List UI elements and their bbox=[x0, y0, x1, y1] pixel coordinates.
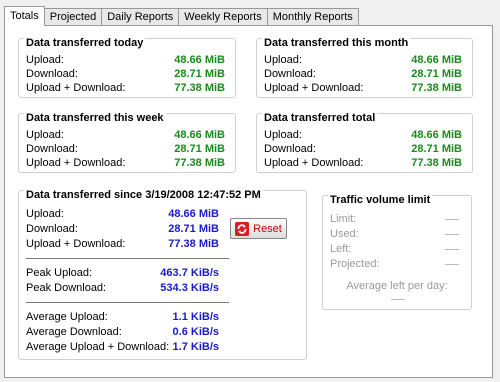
total-total-value: 77.38 MiB bbox=[411, 157, 462, 169]
average-upload-label: Average Upload: bbox=[26, 311, 108, 323]
week-total-label: Upload + Download: bbox=[26, 157, 126, 169]
week-total-value: 77.38 MiB bbox=[174, 157, 225, 169]
today-group: Data transferred today Upload: 48.66 MiB… bbox=[18, 37, 236, 98]
total-group: Data transferred total Upload: 48.66 MiB… bbox=[256, 112, 473, 173]
today-upload-value: 48.66 MiB bbox=[174, 54, 225, 66]
tab-projected[interactable]: Projected bbox=[43, 8, 103, 26]
month-group: Data transferred this month Upload: 48.6… bbox=[256, 37, 473, 98]
tab-monthly-reports[interactable]: Monthly Reports bbox=[266, 8, 359, 26]
total-title: Data transferred total bbox=[262, 112, 378, 124]
average-upload-value: 1.1 KiB/s bbox=[172, 311, 219, 323]
since-upload-label: Upload: bbox=[26, 208, 64, 220]
average-total-label: Average Upload + Download: bbox=[26, 341, 170, 353]
average-left-per-day-label: Average left per day: bbox=[346, 280, 448, 292]
average-download-value: 0.6 KiB/s bbox=[172, 326, 219, 338]
month-title: Data transferred this month bbox=[262, 37, 411, 49]
reset-label: Reset bbox=[253, 222, 282, 235]
month-download-value: 28.71 MiB bbox=[411, 68, 462, 80]
week-upload-value: 48.66 MiB bbox=[174, 129, 225, 141]
month-total-value: 77.38 MiB bbox=[411, 82, 462, 94]
since-group: Data transferred since 3/19/2008 12:47:5… bbox=[18, 189, 307, 360]
today-upload-label: Upload: bbox=[26, 54, 64, 66]
total-download-label: Download: bbox=[264, 143, 316, 155]
limit-projected-value bbox=[445, 264, 459, 265]
week-download-label: Download: bbox=[26, 143, 78, 155]
separator bbox=[26, 302, 229, 303]
tab-weekly-reports[interactable]: Weekly Reports bbox=[178, 8, 268, 26]
since-download-label: Download: bbox=[26, 223, 78, 235]
limit-title: Traffic volume limit bbox=[328, 194, 433, 206]
peak-upload-value: 463.7 KiB/s bbox=[160, 267, 219, 279]
average-total-value: 1.7 KiB/s bbox=[172, 341, 219, 353]
today-download-label: Download: bbox=[26, 68, 78, 80]
week-upload-label: Upload: bbox=[26, 129, 64, 141]
totals-panel: Data transferred today Upload: 48.66 MiB… bbox=[4, 25, 493, 378]
tab-strip: Totals Projected Daily Reports Weekly Re… bbox=[4, 6, 359, 26]
separator bbox=[26, 258, 229, 259]
limit-used-label: Used: bbox=[330, 228, 359, 240]
today-download-value: 28.71 MiB bbox=[174, 68, 225, 80]
month-download-label: Download: bbox=[264, 68, 316, 80]
peak-download-value: 534.3 KiB/s bbox=[160, 282, 219, 294]
limit-group: Traffic volume limit Limit: Used: Left: … bbox=[322, 194, 472, 310]
limit-left-value bbox=[445, 249, 459, 250]
average-download-label: Average Download: bbox=[26, 326, 122, 338]
month-total-label: Upload + Download: bbox=[264, 82, 364, 94]
today-total-value: 77.38 MiB bbox=[174, 82, 225, 94]
since-total-label: Upload + Download: bbox=[26, 238, 126, 250]
limit-limit-label: Limit: bbox=[330, 213, 357, 225]
total-upload-value: 48.66 MiB bbox=[411, 129, 462, 141]
today-title: Data transferred today bbox=[24, 37, 146, 49]
tab-daily-reports[interactable]: Daily Reports bbox=[101, 8, 180, 26]
peak-download-label: Peak Download: bbox=[26, 282, 107, 294]
total-upload-label: Upload: bbox=[264, 129, 302, 141]
month-upload-value: 48.66 MiB bbox=[411, 54, 462, 66]
average-left-per-day-value bbox=[391, 299, 405, 300]
week-group: Data transferred this week Upload: 48.66… bbox=[18, 112, 236, 173]
refresh-arrows-icon bbox=[235, 221, 250, 236]
limit-limit-value bbox=[445, 219, 459, 220]
peak-upload-label: Peak Upload: bbox=[26, 267, 93, 279]
since-title: Data transferred since 3/19/2008 12:47:5… bbox=[24, 189, 263, 201]
tab-totals[interactable]: Totals bbox=[4, 6, 45, 26]
total-total-label: Upload + Download: bbox=[264, 157, 364, 169]
since-total-value: 77.38 MiB bbox=[168, 238, 219, 250]
limit-used-value bbox=[445, 234, 459, 235]
week-download-value: 28.71 MiB bbox=[174, 143, 225, 155]
total-download-value: 28.71 MiB bbox=[411, 143, 462, 155]
limit-left-label: Left: bbox=[330, 243, 352, 255]
reset-button[interactable]: Reset bbox=[230, 218, 287, 239]
since-upload-value: 48.66 MiB bbox=[168, 208, 219, 220]
month-upload-label: Upload: bbox=[264, 54, 302, 66]
today-total-label: Upload + Download: bbox=[26, 82, 126, 94]
limit-projected-label: Projected: bbox=[330, 258, 380, 270]
week-title: Data transferred this week bbox=[24, 112, 166, 124]
since-download-value: 28.71 MiB bbox=[168, 223, 219, 235]
